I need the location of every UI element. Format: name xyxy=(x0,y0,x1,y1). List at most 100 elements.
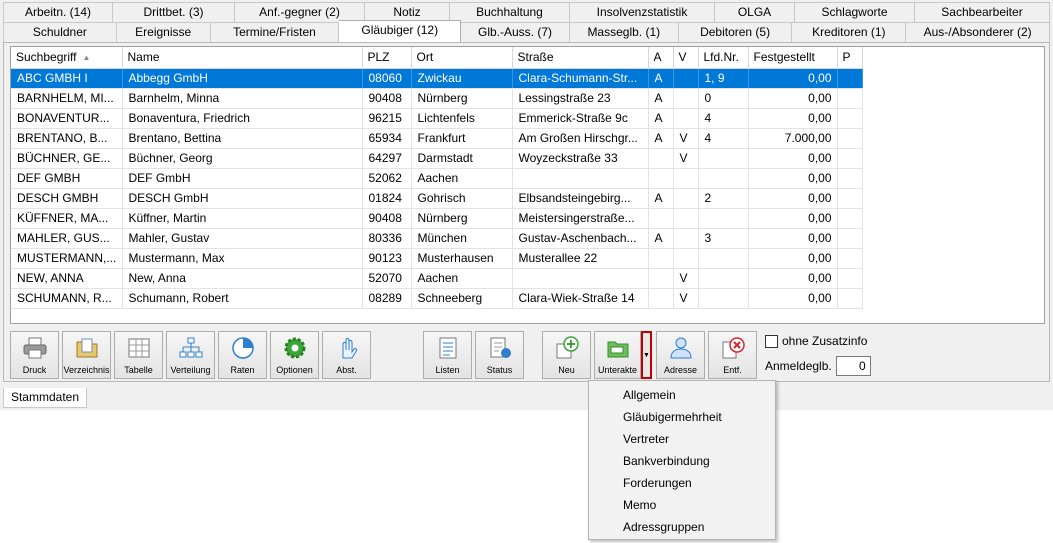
adresse-button[interactable]: Adresse xyxy=(656,331,705,379)
col-a[interactable]: A xyxy=(648,47,674,69)
table-row[interactable]: KÜFFNER, MA... Küffner, Martin 90408 Nürnbe… xyxy=(11,208,863,229)
anmeldeglb-field-group: Anmeldeglb. 0 xyxy=(765,356,871,376)
cell-suchbegriff: DESCH GMBH xyxy=(11,188,123,209)
cell-name: Schumann, Robert xyxy=(122,288,363,309)
entfernen-button[interactable]: Entf. xyxy=(708,331,757,379)
cell-a: A xyxy=(648,128,674,149)
col-ort[interactable]: Ort xyxy=(411,47,513,69)
tab-aus-absonderer[interactable]: Aus-/Absonderer (2) xyxy=(906,22,1051,42)
tab-sachbearbeiter[interactable]: Sachbearbeiter xyxy=(915,2,1050,22)
cell-plz: 64297 xyxy=(362,148,412,169)
cell-name: Büchner, Georg xyxy=(122,148,363,169)
col-name[interactable]: Name xyxy=(122,47,363,69)
tab-insolvenzstatistik[interactable]: Insolvenzstatistik xyxy=(570,2,715,22)
cell-a: A xyxy=(648,108,674,129)
cell-lfdnr xyxy=(698,148,749,169)
cell-festgestellt: 0,00 xyxy=(748,228,838,249)
tab-glaeubiger-ausschuss[interactable]: Glb.-Auss. (7) xyxy=(461,22,570,42)
verteilung-button[interactable]: Verteilung xyxy=(166,331,215,379)
cell-strasse: Clara-Wiek-Straße 14 xyxy=(512,288,649,309)
cell-plz: 08060 xyxy=(362,68,412,89)
cell-lfdnr: 4 xyxy=(698,128,749,149)
cell-a xyxy=(648,168,674,189)
tab-schlagworte[interactable]: Schlagworte xyxy=(795,2,915,22)
cell-festgestellt: 0,00 xyxy=(748,148,838,169)
tab-debitoren[interactable]: Debitoren (5) xyxy=(678,22,793,42)
cell-ort: Nürnberg xyxy=(411,208,513,229)
tab-glaeubiger[interactable]: Gläubiger (12) xyxy=(339,20,462,42)
cell-v xyxy=(673,248,699,269)
table-row[interactable]: DEF GMBH DEF GmbH 52062 Aachen 0,00 xyxy=(11,168,863,189)
neu-button[interactable]: Neu xyxy=(542,331,591,379)
tabelle-button[interactable]: Tabelle xyxy=(114,331,163,379)
cell-plz: 90123 xyxy=(362,248,412,269)
anmeldeglb-label: Anmeldeglb. xyxy=(765,359,832,373)
table-row[interactable]: BONAVENTUR... Bonaventura, Friedrich 96215… xyxy=(11,108,863,129)
col-festgestellt[interactable]: Festgestellt xyxy=(748,47,838,69)
col-strasse[interactable]: Straße xyxy=(512,47,649,69)
verzeichnis-button[interactable]: Verzeichnis xyxy=(62,331,111,379)
tab-ereignisse[interactable]: Ereignisse xyxy=(116,22,211,42)
col-suchbegriff[interactable]: Suchbegriff ▲ xyxy=(11,47,123,69)
menu-item-glaeubigermehrheit[interactable]: Gläubigermehrheit xyxy=(589,406,775,428)
cell-a xyxy=(648,148,674,169)
listen-button[interactable]: Listen xyxy=(423,331,472,379)
menu-item-vertreter[interactable]: Vertreter xyxy=(589,428,775,450)
cell-plz: 96215 xyxy=(362,108,412,129)
table-row[interactable]: NEW, ANNA New, Anna 52070 Aachen V 0,00 xyxy=(11,268,863,289)
tab-termine-fristen[interactable]: Termine/Fristen xyxy=(210,22,340,42)
table-row[interactable]: MAHLER, GUS... Mahler, Gustav 80336 München… xyxy=(11,228,863,249)
tab-masseglaeubiger[interactable]: Masseglb. (1) xyxy=(569,22,679,42)
tab-olga[interactable]: OLGA xyxy=(715,2,795,22)
unterakte-button[interactable]: Unterakte xyxy=(594,331,641,379)
cell-lfdnr xyxy=(698,168,749,189)
col-p[interactable]: P xyxy=(837,47,863,69)
tab-notiz[interactable]: Notiz xyxy=(365,2,450,22)
checkbox-box[interactable] xyxy=(765,334,778,348)
cell-plz: 52062 xyxy=(362,168,412,189)
druck-button[interactable]: Druck xyxy=(10,331,59,379)
tab-kreditoren[interactable]: Kreditoren (1) xyxy=(792,22,907,42)
cell-ort: München xyxy=(411,228,513,249)
cell-p xyxy=(837,248,863,269)
cell-name: DEF GmbH xyxy=(122,168,363,189)
cell-a xyxy=(648,208,674,229)
table-row[interactable]: BRENTANO, B... Brentano, Bettina 65934 Fran… xyxy=(11,128,863,149)
tab-schuldner[interactable]: Schuldner xyxy=(3,22,117,42)
cell-ort: Darmstadt xyxy=(411,148,513,169)
abstimmung-button[interactable]: Abst. xyxy=(322,331,371,379)
menu-item-forderungen[interactable]: Forderungen xyxy=(589,472,775,494)
cell-strasse: Am Großen Hirschgr... xyxy=(512,128,649,149)
table-row[interactable]: MUSTERMANN,... Mustermann, Max 90123 Muster… xyxy=(11,248,863,269)
cell-p xyxy=(837,208,863,229)
table-row[interactable]: BÜCHNER, GE... Büchner, Georg 64297 Darmsta… xyxy=(11,148,863,169)
optionen-button[interactable]: Optionen xyxy=(270,331,319,379)
menu-item-bankverbindung[interactable]: Bankverbindung xyxy=(589,450,775,472)
table-row[interactable]: ABC GMBH I Abbegg GmbH 08060 Zwickau Clara-S… xyxy=(11,68,863,89)
sort-ascending-icon: ▲ xyxy=(82,53,91,63)
cell-v: V xyxy=(673,148,699,169)
table-row[interactable]: SCHUMANN, R... Schumann, Robert 08289 Schne… xyxy=(11,288,863,309)
ohne-zusatzinfo-checkbox[interactable]: ohne Zusatzinfo xyxy=(765,334,867,348)
tab-anfechtungsgegner[interactable]: Anf.-gegner (2) xyxy=(235,2,365,22)
menu-item-adressgruppen[interactable]: Adressgruppen xyxy=(589,516,775,538)
cell-suchbegriff: NEW, ANNA xyxy=(11,268,123,289)
col-lfdnr[interactable]: Lfd.Nr. xyxy=(698,47,749,69)
tab-drittbeteiligte[interactable]: Drittbet. (3) xyxy=(113,2,235,22)
anmeldeglb-input[interactable]: 0 xyxy=(835,356,871,376)
col-v[interactable]: V xyxy=(673,47,699,69)
tab-buchhaltung[interactable]: Buchhaltung xyxy=(450,2,570,22)
distribution-icon xyxy=(179,337,202,358)
menu-item-memo[interactable]: Memo xyxy=(589,494,775,516)
cell-ort: Schneeberg xyxy=(411,288,513,309)
menu-item-allgemein[interactable]: Allgemein xyxy=(589,384,775,406)
status-button[interactable]: Status xyxy=(475,331,524,379)
tab-arbeitnehmer[interactable]: Arbeitn. (14) xyxy=(3,2,113,22)
table-row[interactable]: DESCH GMBH DESCH GmbH 01824 Gohrisch Elbsand… xyxy=(11,188,863,209)
raten-button[interactable]: Raten xyxy=(218,331,267,379)
col-plz[interactable]: PLZ xyxy=(362,47,412,69)
table-row[interactable]: BARNHELM, MI... Barnhelm, Minna 90408 Nürnb… xyxy=(11,88,863,109)
cell-p xyxy=(837,188,863,209)
tab-stammdaten[interactable]: Stammdaten xyxy=(3,388,87,408)
unterakte-dropdown-arrow[interactable]: ▼ xyxy=(641,331,652,379)
